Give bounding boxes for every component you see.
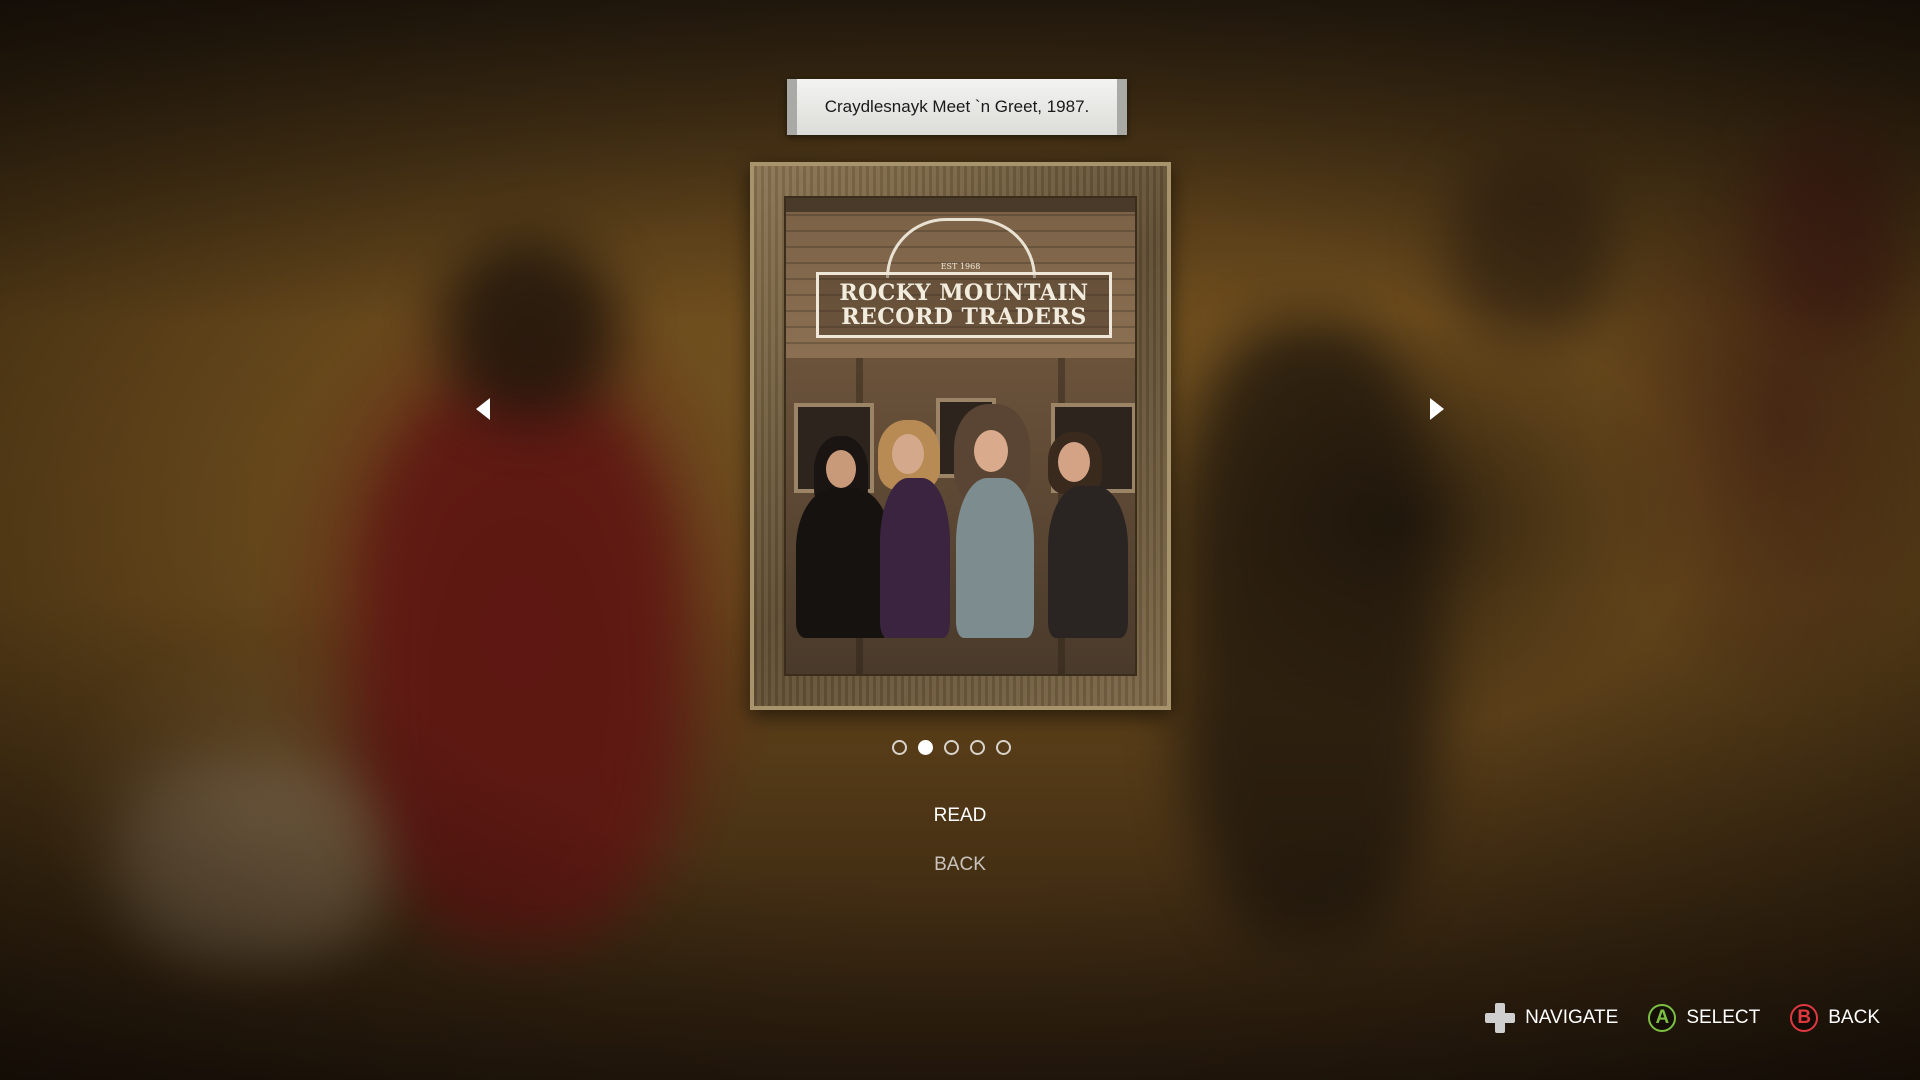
page-dot-active[interactable] [918, 740, 933, 755]
band-member-2 [880, 478, 950, 638]
page-indicator [892, 740, 1011, 755]
page-dot[interactable] [970, 740, 985, 755]
store-sign-line1: ROCKY MOUNTAIN [839, 280, 1089, 306]
sign-est-text: EST 1968 [940, 262, 981, 271]
band-member-4 [1048, 486, 1128, 638]
photo-roofline [786, 198, 1135, 212]
store-sign: ROCKY MOUNTAIN RECORD TRADERS [816, 272, 1112, 338]
back-button-label: BACK [934, 854, 986, 875]
photo-frame: EST 1968 ROCKY MOUNTAIN RECORD TRADERS [750, 162, 1171, 710]
select-hint[interactable]: A SELECT [1648, 1004, 1760, 1032]
band-member-head [1058, 442, 1090, 482]
band-member-1 [796, 488, 892, 638]
band-member-head [892, 434, 924, 474]
button-hints-bar: NAVIGATE A SELECT B BACK [1485, 1003, 1880, 1033]
back-hint[interactable]: B BACK [1790, 1004, 1880, 1032]
dpad-icon [1485, 1003, 1516, 1033]
b-button-icon: B [1790, 1004, 1819, 1032]
band-member-3 [956, 478, 1034, 638]
read-button[interactable]: READ [815, 796, 1105, 836]
next-arrow-icon[interactable] [1430, 398, 1444, 420]
caption-text: Craydlesnayk Meet `n Greet, 1987. [824, 97, 1090, 116]
band-member-head [826, 450, 856, 488]
store-sign-line2: RECORD TRADERS [841, 304, 1087, 330]
page-dot[interactable] [996, 740, 1011, 755]
a-button-icon: A [1648, 1004, 1677, 1032]
navigate-hint: NAVIGATE [1485, 1003, 1618, 1033]
page-dot[interactable] [892, 740, 907, 755]
navigate-hint-label: NAVIGATE [1525, 1007, 1619, 1028]
photo-caption-label: Craydlesnayk Meet `n Greet, 1987. [787, 79, 1127, 135]
band-member-head [974, 430, 1008, 472]
read-button-label: READ [933, 805, 987, 826]
previous-arrow-icon[interactable] [476, 398, 490, 420]
back-button[interactable]: BACK [860, 850, 1060, 880]
select-hint-label: SELECT [1686, 1007, 1761, 1028]
band-photo: EST 1968 ROCKY MOUNTAIN RECORD TRADERS [784, 196, 1137, 676]
back-hint-label: BACK [1828, 1007, 1880, 1028]
page-dot[interactable] [944, 740, 959, 755]
